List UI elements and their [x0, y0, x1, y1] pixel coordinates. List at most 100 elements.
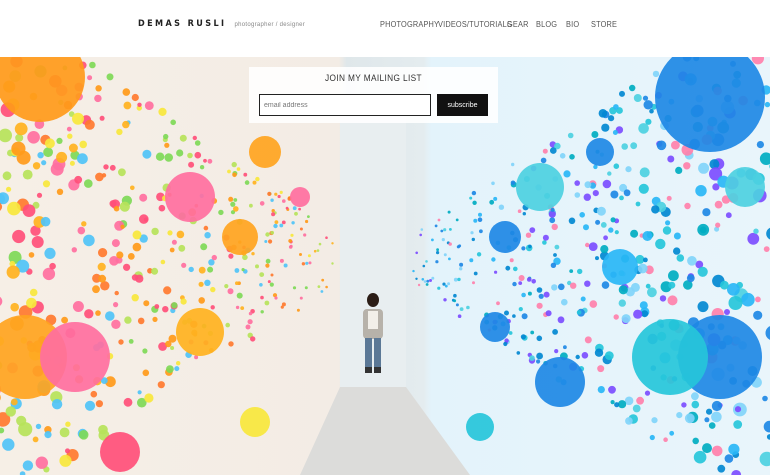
balloon: [702, 443, 712, 454]
balloon: [270, 273, 274, 277]
balloon: [204, 232, 211, 239]
balloon: [632, 404, 641, 413]
balloon: [301, 262, 306, 266]
balloon: [106, 73, 114, 81]
balloon: [668, 281, 676, 289]
balloon: [453, 277, 458, 282]
balloon: [204, 279, 211, 286]
balloon: [14, 122, 28, 136]
balloon: [585, 242, 590, 248]
balloon: [473, 271, 478, 276]
balloon: [667, 295, 678, 306]
balloon: [574, 180, 580, 186]
balloon: [118, 168, 126, 177]
balloon: [236, 292, 243, 299]
balloon: [417, 283, 421, 287]
balloon: [143, 217, 148, 222]
balloon: [714, 200, 723, 209]
balloon: [304, 286, 308, 290]
balloon: [415, 251, 419, 255]
nav-item-gear[interactable]: GEAR: [507, 20, 529, 29]
balloon: [249, 203, 253, 208]
balloon: [596, 206, 606, 216]
balloon: [584, 336, 592, 344]
balloon: [274, 192, 278, 196]
balloon: [176, 230, 185, 239]
email-address-input[interactable]: [259, 94, 431, 116]
balloon: [443, 253, 447, 257]
balloon: [471, 190, 477, 196]
balloon: [84, 119, 95, 130]
balloon: [94, 94, 102, 103]
balloon: [241, 268, 245, 272]
balloon: [97, 262, 106, 271]
balloon: [443, 298, 447, 302]
balloon: [283, 263, 288, 268]
balloon: [100, 432, 140, 472]
balloon: [554, 349, 559, 354]
balloon: [456, 245, 460, 249]
balloon: [706, 408, 713, 415]
balloon: [264, 300, 270, 306]
balloon: [579, 212, 585, 218]
balloon: [509, 258, 514, 263]
balloon: [477, 217, 483, 222]
balloon: [288, 245, 293, 249]
balloon: [711, 411, 722, 423]
balloon: [466, 305, 470, 310]
balloon: [551, 284, 558, 291]
balloon: [142, 348, 148, 354]
balloon: [170, 119, 176, 126]
balloon: [503, 341, 508, 347]
balloon: [764, 101, 770, 108]
balloon: [632, 319, 708, 395]
balloon: [431, 238, 434, 242]
balloon: [288, 239, 293, 243]
balloon: [165, 340, 172, 348]
balloon: [44, 138, 55, 149]
balloon: [597, 386, 605, 394]
balloon: [167, 230, 173, 236]
balloon: [423, 280, 427, 283]
balloon: [236, 167, 241, 171]
balloon: [279, 258, 284, 263]
balloon: [491, 181, 495, 186]
balloon: [693, 450, 707, 464]
balloon: [77, 153, 88, 165]
mailing-list-panel: JOIN MY MAILING LIST subscribe: [249, 67, 498, 123]
balloon: [422, 264, 426, 268]
balloon: [491, 257, 496, 262]
balloon: [235, 281, 239, 285]
balloon: [651, 205, 660, 214]
balloon: [111, 319, 121, 329]
nav-item-store[interactable]: STORE: [591, 20, 617, 29]
balloon: [536, 352, 543, 360]
balloon: [128, 339, 134, 344]
balloon: [325, 236, 328, 239]
balloon: [568, 217, 576, 225]
balloon: [543, 291, 550, 298]
balloon: [656, 140, 667, 151]
nav-item-bio[interactable]: BIO: [566, 20, 579, 29]
balloon: [0, 296, 3, 306]
balloon: [583, 224, 589, 231]
balloon: [144, 393, 154, 403]
balloon: [22, 460, 34, 471]
balloon: [296, 308, 300, 312]
balloon: [194, 140, 201, 146]
balloon: [570, 282, 577, 289]
balloon: [174, 366, 180, 372]
balloon: [751, 57, 764, 65]
subscribe-button[interactable]: subscribe: [437, 94, 488, 116]
balloon: [163, 286, 172, 295]
balloon: [124, 316, 132, 324]
nav-item-photography[interactable]: PHOTOGRAPHY: [380, 20, 439, 29]
balloon: [442, 282, 446, 286]
nav-item-videos-tutorials[interactable]: VIDEOS/TUTORIALS: [438, 20, 512, 29]
balloon: [420, 228, 424, 231]
balloon: [95, 172, 104, 182]
balloon: [675, 166, 683, 174]
nav-item-blog[interactable]: BLOG: [536, 20, 557, 29]
balloon: [459, 262, 464, 267]
balloon: [158, 204, 166, 212]
